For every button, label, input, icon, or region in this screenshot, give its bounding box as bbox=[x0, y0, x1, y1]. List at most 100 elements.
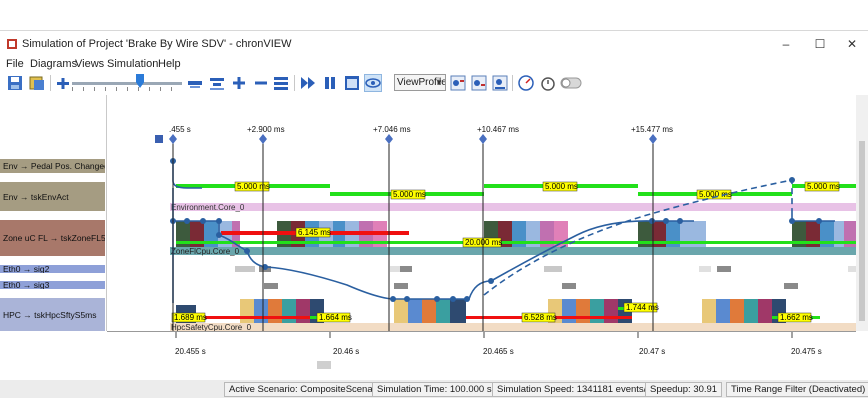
hpc-duration-label: 1.744 ms bbox=[623, 302, 659, 313]
stopwatch-icon[interactable] bbox=[539, 74, 557, 92]
row-pedal-pos bbox=[107, 159, 856, 173]
time-range-filter-status[interactable]: Time Range Filter (Deactivated) bbox=[726, 382, 868, 397]
timeline-plot[interactable]: Environment.Core_0 5.000 ms 5.000 ms 5.0… bbox=[107, 95, 856, 331]
menu-simulation[interactable]: Simulation bbox=[107, 58, 158, 70]
horizontal-scrollbar[interactable] bbox=[107, 361, 856, 369]
chronview-app-icon bbox=[7, 39, 17, 49]
window-title: Simulation of Project 'Brake By Wire SDV… bbox=[22, 38, 292, 50]
window-view-icon[interactable] bbox=[343, 74, 361, 92]
track-label-eth0-sig3[interactable]: Eth0 → sig3 bbox=[0, 281, 105, 289]
app-window: Simulation of Project 'Brake By Wire SDV… bbox=[0, 30, 868, 398]
svg-text:6.528 ms: 6.528 ms bbox=[524, 313, 557, 322]
eye-view-icon[interactable] bbox=[364, 74, 382, 92]
vertical-scrollbar[interactable] bbox=[856, 95, 868, 331]
svg-text:20.000 ms: 20.000 ms bbox=[465, 238, 502, 247]
zoom-fit-icon[interactable] bbox=[208, 74, 226, 92]
status-bar: Active Scenario: CompositeScenario Simul… bbox=[0, 380, 868, 398]
svg-text:1.689 ms: 1.689 ms bbox=[174, 313, 207, 322]
marker-label: .455 s bbox=[169, 125, 191, 134]
svg-text:5.000 ms: 5.000 ms bbox=[393, 190, 426, 199]
marker-label: +2.900 ms bbox=[247, 125, 285, 134]
toolbar: ViewProfile ▼ bbox=[0, 73, 868, 95]
track-label-eth0-sig2[interactable]: Eth0 → sig2 bbox=[0, 265, 105, 273]
track-label-panel: Env → Pedal Pos. Changed Env → tskEnvAct… bbox=[0, 95, 107, 331]
speed-gauge-icon[interactable] bbox=[517, 74, 535, 92]
toolbar-separator bbox=[512, 75, 513, 91]
zone-core-bar bbox=[170, 247, 856, 255]
environment-core-label: Environment.Core_0 bbox=[171, 203, 245, 212]
hpc-task-blocks bbox=[176, 299, 786, 323]
menu-file[interactable]: File bbox=[6, 58, 24, 70]
axis-tick-label: 20.455 s bbox=[175, 347, 206, 356]
hpc-duration-label: 1.662 ms bbox=[777, 312, 813, 323]
svg-text:5.000 ms: 5.000 ms bbox=[545, 182, 578, 191]
realtime-toggle[interactable] bbox=[560, 74, 582, 92]
svg-text:5.000 ms: 5.000 ms bbox=[237, 182, 270, 191]
time-axis: 20.455 s 20.46 s 20.465 s 20.47 s 20.475… bbox=[107, 331, 856, 361]
svg-text:1.664 ms: 1.664 ms bbox=[319, 313, 352, 322]
toolbar-separator bbox=[294, 75, 295, 91]
zoom-slider-ticks bbox=[72, 87, 182, 91]
svg-text:1.662 ms: 1.662 ms bbox=[780, 313, 813, 322]
axis-tick-label: 20.46 s bbox=[333, 347, 359, 356]
axis-tick-label: 20.465 s bbox=[483, 347, 514, 356]
zoom-slider[interactable] bbox=[72, 82, 182, 85]
environment-core-bar bbox=[170, 203, 856, 211]
active-scenario-status: Active Scenario: CompositeScenario bbox=[224, 382, 389, 397]
simulation-time-status: Simulation Time: 100.000 s bbox=[372, 382, 497, 397]
hpc-core-bar bbox=[170, 323, 856, 331]
profile-settings-icon[interactable] bbox=[449, 74, 467, 92]
collapse-rows-icon[interactable] bbox=[252, 74, 270, 92]
track-label-tsk-env-act[interactable]: Env → tskEnvAct bbox=[0, 182, 105, 211]
marker-label: +10.467 ms bbox=[477, 125, 519, 134]
fast-forward-icon[interactable] bbox=[299, 74, 317, 92]
horizontal-scrollbar-thumb[interactable] bbox=[317, 361, 331, 369]
marker-label: +15.477 ms bbox=[631, 125, 673, 134]
zoom-out-icon[interactable] bbox=[186, 74, 204, 92]
toolbar-separator bbox=[50, 75, 51, 91]
zone-core-label: ZoneFlCpu.Core_0 bbox=[171, 247, 240, 256]
zoom-in-icon[interactable] bbox=[54, 74, 72, 92]
list-rows-icon[interactable] bbox=[272, 74, 290, 92]
speedup-status: Speedup: 30.91 bbox=[645, 382, 723, 397]
track-label-pedal-pos[interactable]: Env → Pedal Pos. Changed bbox=[0, 159, 105, 173]
close-button[interactable]: ✕ bbox=[842, 35, 862, 53]
export-icon[interactable] bbox=[28, 74, 46, 92]
axis-tick-label: 20.47 s bbox=[639, 347, 665, 356]
hpc-core-label: HpcSafetyCpu.Core_0 bbox=[171, 323, 252, 331]
menu-views[interactable]: Views bbox=[75, 58, 104, 70]
track-label-hpc[interactable]: HPC → tskHpcSftyS5ms bbox=[0, 298, 105, 331]
simulation-speed-status: Simulation Speed: 1341181 events/s bbox=[492, 382, 657, 397]
svg-text:6.145 ms: 6.145 ms bbox=[298, 228, 331, 237]
svg-text:5.000 ms: 5.000 ms bbox=[807, 182, 840, 191]
maximize-button[interactable]: ☐ bbox=[810, 35, 830, 53]
track-label-zone-fl[interactable]: Zone uC FL → tskZoneFL5ms bbox=[0, 220, 105, 256]
profile-export-icon[interactable] bbox=[470, 74, 488, 92]
expand-rows-icon[interactable] bbox=[230, 74, 248, 92]
env-duration-label: 5.000 ms bbox=[804, 181, 840, 192]
zone-period-bar bbox=[176, 241, 856, 244]
marker-handles[interactable] bbox=[155, 134, 657, 144]
title-bar: Simulation of Project 'Brake By Wire SDV… bbox=[0, 31, 868, 57]
save-all-icon[interactable] bbox=[6, 74, 24, 92]
view-profile-dropdown[interactable]: ViewProfile ▼ bbox=[394, 74, 446, 91]
env-duration-label: 5.000 ms bbox=[234, 181, 270, 192]
env-duration-label: 5.000 ms bbox=[390, 189, 426, 200]
zoom-slider-thumb[interactable] bbox=[136, 74, 144, 88]
marker-label: +7.046 ms bbox=[373, 125, 411, 134]
menu-help[interactable]: Help bbox=[158, 58, 181, 70]
env-duration-label: 5.000 ms bbox=[542, 181, 578, 192]
svg-text:1.744 ms: 1.744 ms bbox=[626, 303, 659, 312]
zone-response-label: 6.145 ms bbox=[295, 227, 331, 238]
vertical-scrollbar-thumb[interactable] bbox=[859, 141, 865, 321]
minimize-button[interactable]: – bbox=[776, 35, 796, 53]
pause-icon[interactable] bbox=[321, 74, 339, 92]
filter-settings-icon[interactable] bbox=[491, 74, 509, 92]
hpc-duration-label: 1.664 ms bbox=[316, 312, 352, 323]
chevron-down-icon: ▼ bbox=[435, 78, 443, 87]
axis-tick-label: 20.475 s bbox=[791, 347, 822, 356]
hpc-duration-label: 6.528 ms bbox=[521, 312, 557, 323]
hpc-duration-label: 1.689 ms bbox=[171, 312, 207, 323]
menu-diagrams[interactable]: Diagrams bbox=[30, 58, 77, 70]
eth0-sig2-frames bbox=[235, 266, 856, 272]
